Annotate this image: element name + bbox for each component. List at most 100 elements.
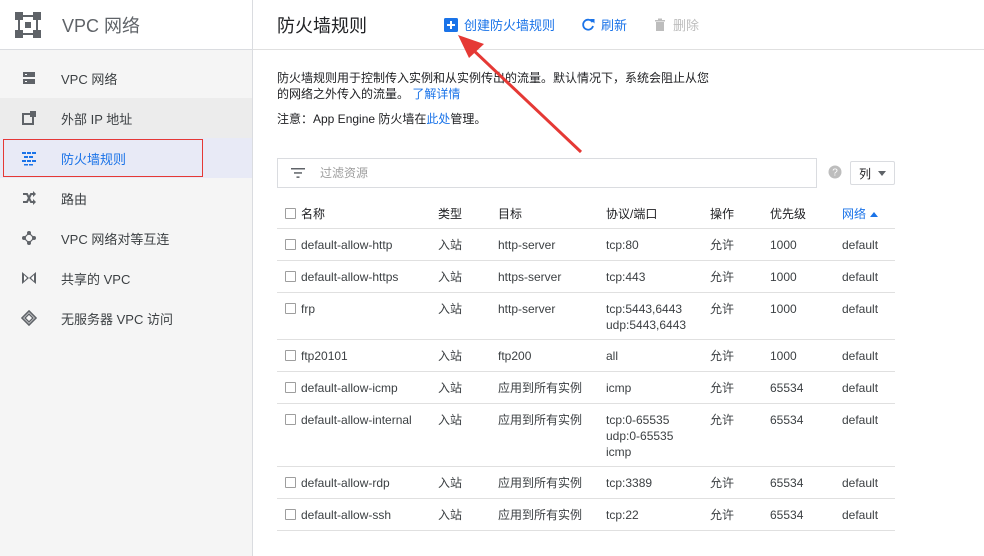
sidebar-item-vpc-network[interactable]: VPC 网络 bbox=[0, 58, 252, 98]
row-select-cell bbox=[277, 498, 301, 531]
column-header-name[interactable]: 名称 bbox=[301, 198, 438, 229]
port-entry: icmp bbox=[606, 381, 632, 395]
column-header-priority[interactable]: 优先级 bbox=[770, 198, 842, 229]
help-icon[interactable]: ? bbox=[828, 165, 842, 179]
app-engine-note: 注意：App Engine 防火墙在此处管理。 bbox=[277, 110, 486, 127]
columns-button[interactable]: 列 bbox=[850, 161, 895, 185]
rule-type-cell: 入站 bbox=[438, 292, 498, 340]
table-row[interactable]: default-allow-internal 入站 应用到所有实例 tcp:0-655… bbox=[277, 403, 895, 467]
row-checkbox[interactable] bbox=[285, 477, 296, 488]
app-engine-here-link[interactable]: 此处 bbox=[426, 112, 450, 126]
row-checkbox[interactable] bbox=[285, 239, 296, 250]
port-entry: tcp:22 bbox=[606, 508, 639, 522]
row-checkbox[interactable] bbox=[285, 382, 296, 393]
sidebar-item-label: 无服务器 VPC 访问 bbox=[61, 311, 173, 327]
sidebar-item-shared-vpc[interactable]: 共享的 VPC bbox=[0, 258, 252, 298]
column-header-protocol-port[interactable]: 协议/端口 bbox=[606, 198, 710, 229]
main-panel: 防火墙规则 创建防火墙规则 刷新 删除 防火墙规则用于控制传入实例和从实例传出的… bbox=[253, 0, 984, 556]
rule-name-cell[interactable]: default-allow-rdp bbox=[301, 466, 438, 499]
table-row[interactable]: default-allow-rdp 入站 应用到所有实例 tcp:3389 允许 6553… bbox=[277, 466, 895, 499]
refresh-button[interactable]: 刷新 bbox=[581, 15, 627, 34]
rule-type-cell: 入站 bbox=[438, 260, 498, 293]
rule-ports-cell: tcp:3389 bbox=[606, 466, 710, 499]
rule-name-cell[interactable]: ftp20101 bbox=[301, 339, 438, 372]
column-header-network[interactable]: 网络 bbox=[842, 198, 895, 229]
rule-name-cell[interactable]: default-allow-internal bbox=[301, 403, 438, 467]
row-checkbox[interactable] bbox=[285, 414, 296, 425]
rule-action-cell: 允许 bbox=[710, 228, 770, 261]
sidebar-nav: VPC 网络 外部 IP 地址 防火墙规则 路由 VPC 网络对等互连 共享的 … bbox=[0, 50, 252, 338]
sidebar-item-serverless-vpc[interactable]: 无服务器 VPC 访问 bbox=[0, 298, 252, 338]
rule-network-cell: default bbox=[842, 403, 895, 467]
filter-input[interactable] bbox=[318, 165, 792, 181]
rule-target-cell: 应用到所有实例 bbox=[498, 371, 606, 404]
column-header-target[interactable]: 目标 bbox=[498, 198, 606, 229]
rule-priority-cell: 1000 bbox=[770, 339, 842, 372]
rule-network-cell: default bbox=[842, 339, 895, 372]
rule-target-cell: http-server bbox=[498, 228, 606, 261]
rule-network-cell: default bbox=[842, 260, 895, 293]
shared-vpc-icon bbox=[22, 272, 36, 284]
table-header-row: 名称 类型 目标 协议/端口 操作 优先级 网络 bbox=[277, 198, 895, 229]
sidebar-item-peering[interactable]: VPC 网络对等互连 bbox=[0, 218, 252, 258]
row-select-cell bbox=[277, 228, 301, 261]
delete-button-label: 删除 bbox=[673, 18, 700, 33]
port-entry: icmp bbox=[606, 445, 632, 459]
rule-name-cell[interactable]: default-allow-icmp bbox=[301, 371, 438, 404]
rule-type-cell: 入站 bbox=[438, 339, 498, 372]
sidebar-header: VPC 网络 bbox=[0, 0, 252, 50]
vpc-network-icon bbox=[23, 72, 35, 84]
sidebar-item-label: 共享的 VPC bbox=[61, 271, 131, 287]
rule-type-cell: 入站 bbox=[438, 498, 498, 531]
table-row[interactable]: default-allow-ssh 入站 应用到所有实例 tcp:22 允许 65534 d… bbox=[277, 498, 895, 531]
rule-action-cell: 允许 bbox=[710, 403, 770, 467]
peering-icon bbox=[22, 231, 36, 245]
rule-name-cell[interactable]: frp bbox=[301, 292, 438, 340]
note-suffix: 管理。 bbox=[450, 112, 487, 126]
rule-type-cell: 入站 bbox=[438, 228, 498, 261]
columns-button-label: 列 bbox=[858, 166, 871, 181]
rule-ports-cell: tcp:443 bbox=[606, 260, 710, 293]
row-checkbox[interactable] bbox=[285, 509, 296, 520]
row-checkbox[interactable] bbox=[285, 271, 296, 282]
select-all-checkbox[interactable] bbox=[285, 208, 296, 220]
sidebar-item-external-ip[interactable]: 外部 IP 地址 bbox=[0, 98, 252, 138]
network-header-label: 网络 bbox=[842, 206, 867, 221]
row-checkbox[interactable] bbox=[285, 303, 296, 314]
table-row[interactable]: default-allow-https 入站 https-server tcp:443… bbox=[277, 260, 895, 293]
rule-name-cell[interactable]: default-allow-https bbox=[301, 260, 438, 293]
rule-priority-cell: 65534 bbox=[770, 498, 842, 531]
rule-ports-cell: tcp:5443,6443 udp:5443,6443 bbox=[606, 292, 710, 340]
delete-button[interactable]: 删除 bbox=[653, 15, 699, 34]
rule-ports-cell: icmp bbox=[606, 371, 710, 404]
rule-priority-cell: 1000 bbox=[770, 228, 842, 261]
add-box-icon bbox=[444, 17, 458, 32]
table-row[interactable]: default-allow-icmp 入站 应用到所有实例 icmp 允许 65534 de… bbox=[277, 371, 895, 404]
rule-network-cell: default bbox=[842, 498, 895, 531]
rule-action-cell: 允许 bbox=[710, 260, 770, 293]
learn-more-link[interactable]: 了解详情 bbox=[412, 87, 460, 101]
table-row[interactable]: frp 入站 http-server tcp:5443,6443 udp:5443,64… bbox=[277, 292, 895, 340]
table-row[interactable]: default-allow-http 入站 http-server tcp:80 允许 1… bbox=[277, 228, 895, 261]
port-entry: tcp:0-65535 bbox=[606, 413, 670, 427]
create-firewall-rule-button[interactable]: 创建防火墙规则 bbox=[444, 15, 555, 34]
svg-text:?: ? bbox=[832, 168, 838, 179]
port-entry: udp:0-65535 bbox=[606, 429, 674, 443]
row-select-cell bbox=[277, 260, 301, 293]
port-entry: tcp:443 bbox=[606, 270, 646, 284]
rule-name-cell[interactable]: default-allow-ssh bbox=[301, 498, 438, 531]
rule-target-cell: ftp200 bbox=[498, 339, 606, 372]
row-checkbox[interactable] bbox=[285, 350, 296, 361]
column-header-type[interactable]: 类型 bbox=[438, 198, 498, 229]
column-header-action[interactable]: 操作 bbox=[710, 198, 770, 229]
sidebar-item-firewall[interactable]: 防火墙规则 bbox=[0, 138, 252, 178]
sidebar-item-routes[interactable]: 路由 bbox=[0, 178, 252, 218]
sort-ascending-icon bbox=[870, 211, 879, 217]
sidebar-item-label: 外部 IP 地址 bbox=[61, 111, 133, 127]
trash-icon bbox=[655, 18, 666, 31]
table-row[interactable]: ftp20101 入站 ftp200 all 允许 1000 default bbox=[277, 339, 895, 372]
rule-action-cell: 允许 bbox=[710, 292, 770, 340]
rule-target-cell: http-server bbox=[498, 292, 606, 340]
rule-name-cell[interactable]: default-allow-http bbox=[301, 228, 438, 261]
rule-type-cell: 入站 bbox=[438, 466, 498, 499]
